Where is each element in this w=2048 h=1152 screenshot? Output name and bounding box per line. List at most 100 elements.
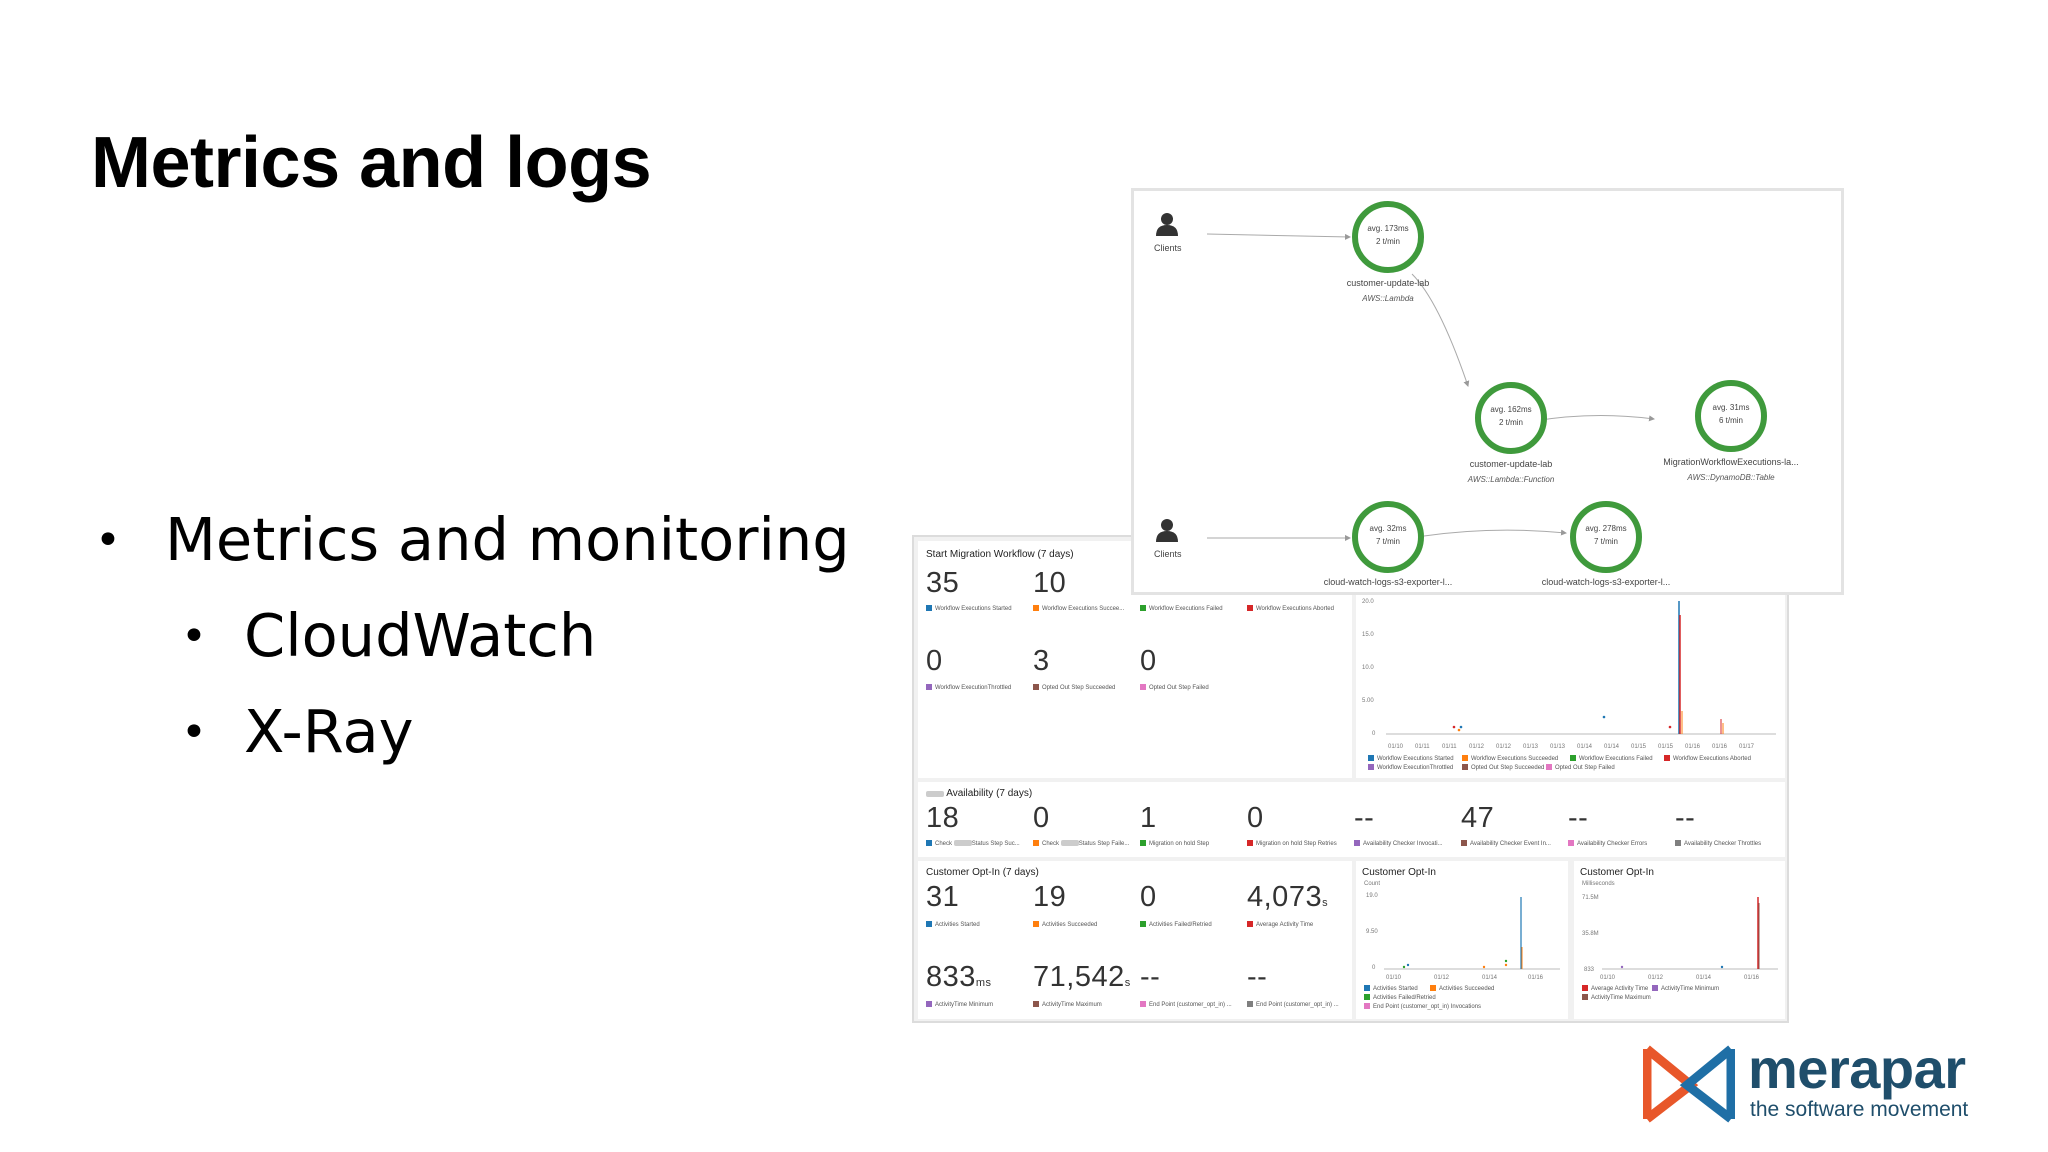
legend-item: Opted Out Step Failed <box>1546 764 1615 771</box>
panel-title: Availability (7 days) <box>926 788 1032 799</box>
panel-title: Customer Opt-In <box>1580 867 1654 878</box>
y-tick-label: 15.0 <box>1362 632 1374 638</box>
service-node-type: AWS::DynamoDB::Table <box>1687 473 1775 482</box>
panel-title: Customer Opt-In (7 days) <box>926 867 1039 878</box>
x-tick-label: 01/14 <box>1696 975 1712 981</box>
metric-label: End Point (customer_opt_in) ... <box>1247 1001 1339 1008</box>
y-tick-label: 5.00 <box>1362 698 1374 704</box>
metric-value: 18 <box>926 802 960 834</box>
brand-tagline: the software movement <box>1750 1098 1969 1121</box>
metric-label: Workflow Executions Started <box>926 605 1012 612</box>
metric-label: Availability Checker Event In... <box>1461 840 1551 847</box>
workflow-executions-plot <box>1386 601 1776 735</box>
metric-value: 31 <box>926 881 960 913</box>
redacted-text <box>926 791 944 797</box>
metric-value: 0 <box>926 645 943 677</box>
y-tick-label: 10.0 <box>1362 665 1374 671</box>
metric-value: 4,073s <box>1247 881 1329 913</box>
metric-value: 0 <box>1033 802 1050 834</box>
metric-value: 0 <box>1140 645 1157 677</box>
metric-label: Availability Checker Throttles <box>1675 840 1761 847</box>
customer-optin-count-chart: Customer Opt-In Count 19.0 9.50 0 01/10 … <box>1356 861 1568 1019</box>
service-node-name: cloud-watch-logs-s3-exporter-l... <box>1323 577 1453 587</box>
y-tick-label: 71.5M <box>1582 895 1599 901</box>
service-node-type: AWS::Lambda <box>1362 294 1414 303</box>
legend-item: Activities Failed/Retried <box>1364 994 1436 1001</box>
legend-item: Opted Out Step Succeeded <box>1462 764 1544 771</box>
metric-value: 1 <box>1140 802 1157 834</box>
x-tick-label: 01/10 <box>1600 975 1616 981</box>
customer-optin-count-plot <box>1384 897 1560 970</box>
clients-label: Clients <box>1154 243 1182 253</box>
legend-item: Workflow Executions Failed <box>1570 755 1653 762</box>
y-tick-label: 20.0 <box>1362 599 1374 605</box>
x-tick-label: 01/16 <box>1528 975 1544 981</box>
y-tick-label: 0 <box>1372 965 1376 971</box>
metric-label: ActivityTime Minimum <box>926 1001 993 1008</box>
metric-label: Availability Checker Errors <box>1568 840 1647 847</box>
metric-value: 3 <box>1033 645 1050 677</box>
customer-optin-stats-panel: Customer Opt-In (7 days) 31 19 0 4,073s … <box>918 861 1352 1019</box>
metric-value: 47 <box>1461 802 1495 834</box>
xray-service-map-screenshot: Clients Clients avg. 173ms 2 t/min custo… <box>1131 188 1844 595</box>
service-node-name: MigrationWorkflowExecutions-la... <box>1663 457 1799 467</box>
y-unit-label: Count <box>1364 881 1381 887</box>
metric-label: Workflow Executions Aborted <box>1247 605 1334 612</box>
metric-label: End Point (customer_opt_in) ... <box>1140 1001 1232 1008</box>
service-node-name: customer-update-lab <box>1346 278 1430 288</box>
metric-value: 19 <box>1033 881 1067 913</box>
service-node[interactable]: avg. 31ms 6 t/min <box>1695 380 1767 452</box>
metric-label: Availability Checker Invocati... <box>1354 840 1443 847</box>
service-node[interactable]: avg. 32ms 7 t/min <box>1352 501 1424 573</box>
bullet-dot-icon: • <box>181 611 207 662</box>
legend-item: Activities Started <box>1364 985 1418 992</box>
metric-value: -- <box>1247 961 1268 993</box>
user-icon <box>1156 519 1178 542</box>
metric-value: 71,542s <box>1033 961 1131 993</box>
customer-optin-duration-plot <box>1602 897 1778 970</box>
service-node-name: customer-update-lab <box>1469 459 1553 469</box>
metric-value: 0 <box>1140 881 1157 913</box>
metric-value: 833ms <box>926 961 992 993</box>
bullet-dot-icon: • <box>181 707 207 758</box>
panel-title: Customer Opt-In <box>1362 867 1436 878</box>
metric-label: Opted Out Step Succeeded <box>1033 684 1115 691</box>
edge-arrow <box>1423 529 1567 537</box>
metric-label: Check Status Step Suc... <box>926 840 1020 847</box>
legend-item: ActivityTime Maximum <box>1582 994 1651 1001</box>
legend-item: ActivityTime Minimum <box>1652 985 1719 992</box>
metric-label: Workflow ExecutionThrottled <box>926 684 1011 691</box>
legend-item: Activities Succeeded <box>1430 985 1494 992</box>
bullet-dot-icon: • <box>95 515 121 566</box>
service-node-name: cloud-watch-logs-s3-exporter-l... <box>1541 577 1671 587</box>
metric-value: -- <box>1354 802 1375 834</box>
merapar-logo-icon <box>1643 1045 1735 1123</box>
customer-optin-duration-chart: Customer Opt-In Milliseconds 71.5M 35.8M… <box>1574 861 1785 1019</box>
clients-node-bottom[interactable]: Clients <box>1154 517 1194 559</box>
metric-label: Migration on hold Step <box>1140 840 1209 847</box>
clients-label: Clients <box>1154 549 1182 559</box>
metric-value: -- <box>1675 802 1696 834</box>
service-node[interactable]: avg. 162ms 2 t/min <box>1475 382 1547 454</box>
clients-node-top[interactable]: Clients <box>1154 211 1194 253</box>
x-tick-label: 01/16 <box>1744 975 1760 981</box>
metric-label: Activities Succeeded <box>1033 921 1097 928</box>
service-node[interactable]: avg. 173ms 2 t/min <box>1352 201 1424 273</box>
legend-item: Workflow Executions Aborted <box>1664 755 1751 762</box>
service-node-type: AWS::Lambda::Function <box>1467 475 1555 484</box>
service-node[interactable]: avg. 278ms 7 t/min <box>1570 501 1642 573</box>
x-tick-label: 01/12 <box>1648 975 1664 981</box>
edge-arrow <box>1411 273 1470 387</box>
legend-item: Workflow Executions Started <box>1368 755 1454 762</box>
x-tick-label: 01/12 <box>1434 975 1450 981</box>
y-tick-label: 9.50 <box>1366 929 1378 935</box>
metric-value: 10 <box>1033 567 1067 599</box>
y-unit-label: Milliseconds <box>1582 881 1615 887</box>
panel-title: Start Migration Workflow (7 days) <box>926 549 1074 560</box>
metric-label: Average Activity Time <box>1247 921 1313 928</box>
metric-value: 35 <box>926 567 960 599</box>
metric-label: Activities Failed/Retried <box>1140 921 1212 928</box>
legend-item: Workflow Executions Succeeded <box>1462 755 1558 762</box>
availability-panel: Availability (7 days) 18 0 1 0 -- 47 -- … <box>918 782 1785 857</box>
metric-label: Check Status Step Faile... <box>1033 840 1129 847</box>
